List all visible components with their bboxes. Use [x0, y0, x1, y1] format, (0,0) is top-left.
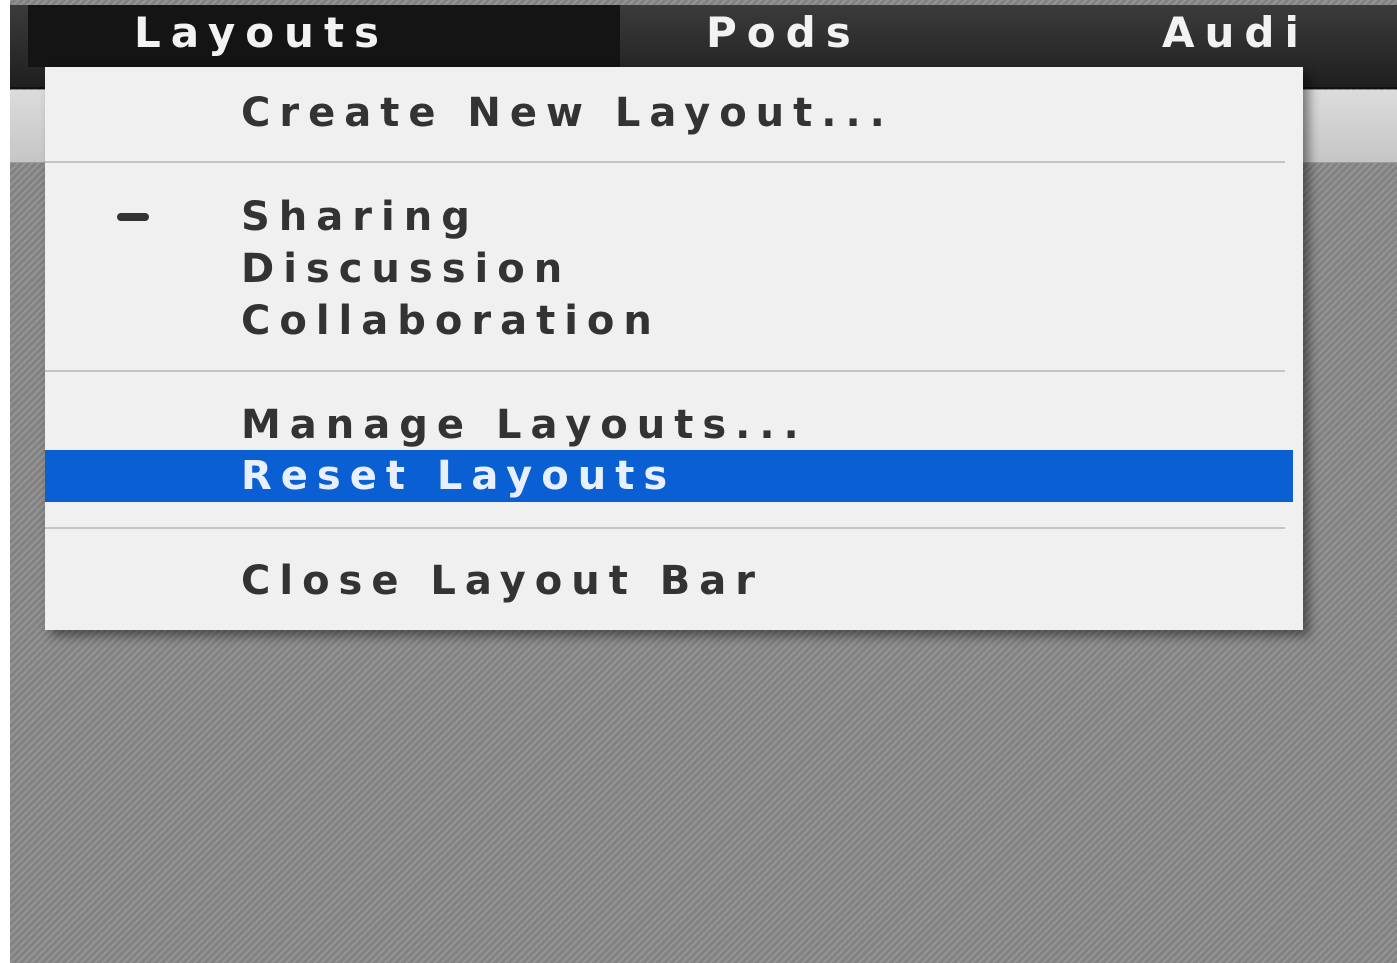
layout-item-label: Discussion [241, 246, 572, 292]
app-background: Layouts Pods Audi Create New Layout... S… [10, 0, 1397, 963]
create-new-layout-item[interactable]: Create New Layout... [45, 87, 1293, 139]
close-layout-bar-item[interactable]: Close Layout Bar [45, 555, 1293, 607]
menu-separator [45, 527, 1285, 529]
layout-item-sharing[interactable]: Sharing [45, 191, 1293, 243]
selected-bullet-icon [117, 213, 149, 221]
menu-audio[interactable]: Audi [1162, 5, 1309, 67]
layout-item-collaboration[interactable]: Collaboration [45, 295, 1293, 347]
menu-separator [45, 161, 1285, 163]
layout-item-label: Sharing [241, 194, 479, 240]
reset-layouts-item[interactable]: Reset Layouts [45, 450, 1293, 502]
manage-layouts-item[interactable]: Manage Layouts... [45, 399, 1293, 451]
menu-pods[interactable]: Pods [706, 5, 861, 67]
menu-layouts[interactable]: Layouts [28, 5, 620, 67]
layout-item-discussion[interactable]: Discussion [45, 243, 1293, 295]
layouts-dropdown-menu: Create New Layout... Sharing Discussion … [45, 67, 1303, 630]
layout-item-label: Collaboration [241, 298, 661, 344]
menu-separator [45, 370, 1285, 372]
